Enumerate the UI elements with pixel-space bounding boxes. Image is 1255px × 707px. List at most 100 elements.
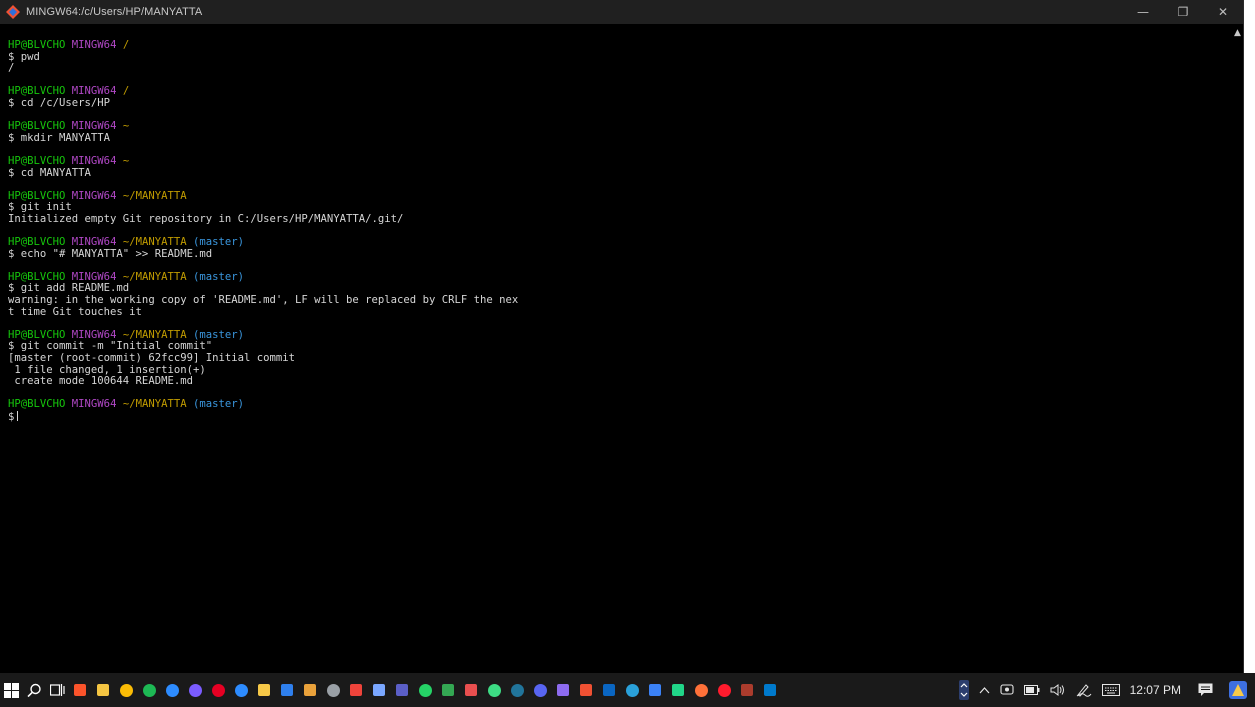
prompt-line: HP@BLVCHO MINGW64 / [8, 39, 1232, 52]
brave-icon-glyph [74, 684, 86, 696]
search-icon [26, 683, 41, 697]
clock[interactable]: 12:07 PM [1125, 673, 1186, 707]
prompt-branch: (master) [193, 328, 245, 341]
photos-icon[interactable] [276, 673, 298, 707]
taskbar-left [0, 673, 782, 707]
notes-icon[interactable] [460, 673, 482, 707]
anydesk-icon[interactable] [345, 673, 367, 707]
paint-icon[interactable] [299, 673, 321, 707]
cortana-icon[interactable] [161, 673, 183, 707]
android-icon[interactable] [483, 673, 505, 707]
zoom-icon[interactable] [230, 673, 252, 707]
pen-workspace-icon[interactable] [1071, 673, 1097, 707]
task-view-button[interactable] [46, 673, 68, 707]
windows-logo-icon [3, 682, 19, 698]
telegram-icon[interactable] [621, 673, 643, 707]
discord-icon[interactable] [529, 673, 551, 707]
photos-icon-glyph [281, 684, 293, 696]
prompt-host: MINGW64 [71, 39, 117, 51]
prompt-line: HP@BLVCHO MINGW64 ~/MANYATTA (master) [8, 236, 1232, 249]
git-bash-app-icon [6, 5, 20, 19]
prompt-path: ~ [122, 154, 130, 167]
prompt-user: HP@BLVCHO [8, 154, 66, 167]
linkedin-icon[interactable] [598, 673, 620, 707]
github-desktop-icon[interactable] [184, 673, 206, 707]
chart-icon[interactable] [552, 673, 574, 707]
wordpress-icon[interactable] [506, 673, 528, 707]
minimize-button[interactable]: — [1123, 0, 1163, 24]
sticky-notes-icon[interactable] [253, 673, 275, 707]
meet-now-icon[interactable] [995, 673, 1019, 707]
whatsapp-icon-glyph [418, 683, 432, 697]
prompt-host: MINGW64 [71, 398, 117, 411]
volume-icon[interactable] [1045, 673, 1071, 707]
prompt-path: ~ [122, 120, 130, 133]
prompt-line: HP@BLVCHO MINGW64 ~/MANYATTA [8, 190, 1232, 203]
android-icon-glyph [487, 683, 501, 697]
maximize-button[interactable]: ❐ [1163, 0, 1203, 24]
battery-icon[interactable] [1019, 673, 1045, 707]
sticky-notes-icon-glyph [258, 684, 270, 696]
prompt-path: / [122, 39, 130, 51]
teams-icon-glyph [396, 684, 408, 696]
touch-keyboard-icon[interactable] [1097, 673, 1125, 707]
git-bash-icon[interactable] [736, 673, 758, 707]
output-line: create mode 100644 README.md [8, 375, 193, 388]
search-button[interactable] [23, 673, 45, 707]
prompt-user: HP@BLVCHO [8, 398, 66, 411]
terminal-output[interactable]: HP@BLVCHO MINGW64 /$ pwd / HP@BLVCHO MINGW… [0, 24, 1232, 673]
file-explorer-icon[interactable] [92, 673, 114, 707]
git-icon[interactable] [575, 673, 597, 707]
chrome-icon[interactable] [115, 673, 137, 707]
scroll-up-arrow-icon[interactable]: ▲ [1232, 28, 1243, 38]
profile-badge-icon[interactable] [1225, 673, 1255, 707]
spotify-icon-glyph [142, 683, 156, 697]
vscode-icon[interactable] [759, 673, 781, 707]
chevron-up-icon[interactable] [974, 673, 995, 707]
screen-icon[interactable] [437, 673, 459, 707]
vscode-icon-glyph [764, 684, 776, 696]
brave-icon[interactable] [69, 673, 91, 707]
output-line: warning: in the working copy of 'README.… [8, 294, 519, 307]
spotify-icon[interactable] [138, 673, 160, 707]
telegram-icon-glyph [625, 683, 639, 697]
chrome-icon-glyph [119, 683, 133, 697]
git-icon-glyph [580, 684, 592, 696]
system-tray: 12:07 PM [954, 673, 1255, 707]
tray-overflow-icon[interactable] [954, 673, 974, 707]
pinterest-icon[interactable] [207, 673, 229, 707]
cortana-icon-glyph [165, 683, 179, 697]
firefox-icon[interactable] [690, 673, 712, 707]
start-button[interactable] [0, 673, 22, 707]
close-button[interactable]: ✕ [1203, 0, 1243, 24]
teams-icon[interactable] [391, 673, 413, 707]
command-line: $ mkdir MANYATTA [8, 131, 111, 144]
whatsapp-icon[interactable] [414, 673, 436, 707]
pycharm-icon[interactable] [667, 673, 689, 707]
opera-icon-glyph [717, 683, 731, 697]
diamond-icon[interactable] [644, 673, 666, 707]
discord-icon-glyph [533, 683, 547, 697]
prompt-host: MINGW64 [71, 236, 117, 249]
windows-taskbar: 12:07 PM [0, 673, 1255, 707]
prompt-line: HP@BLVCHO MINGW64 ~ [8, 154, 1232, 168]
title-bar[interactable]: MINGW64:/c/Users/HP/MANYATTA — ❐ ✕ [0, 0, 1243, 24]
notifications-icon[interactable] [1186, 673, 1225, 707]
anydesk-icon-glyph [350, 684, 362, 696]
prompt-host: MINGW64 [71, 85, 117, 98]
text-cursor [17, 411, 19, 421]
clock-icon[interactable] [322, 673, 344, 707]
scrollbar[interactable]: ▲ [1232, 24, 1243, 673]
prompt-user: HP@BLVCHO [8, 120, 66, 133]
input-line[interactable]: $ [8, 411, 1232, 423]
prompt-line: HP@BLVCHO MINGW64 ~/MANYATTA (master) [8, 271, 1232, 284]
input-prefix: $ [8, 411, 15, 423]
prompt-path: ~/MANYATTA [122, 236, 187, 249]
wordpress-icon-glyph [510, 683, 524, 697]
output-line: / [8, 62, 15, 75]
brush-icon[interactable] [368, 673, 390, 707]
command-line: $ cd /c/Users/HP [8, 96, 111, 109]
opera-icon[interactable] [713, 673, 735, 707]
